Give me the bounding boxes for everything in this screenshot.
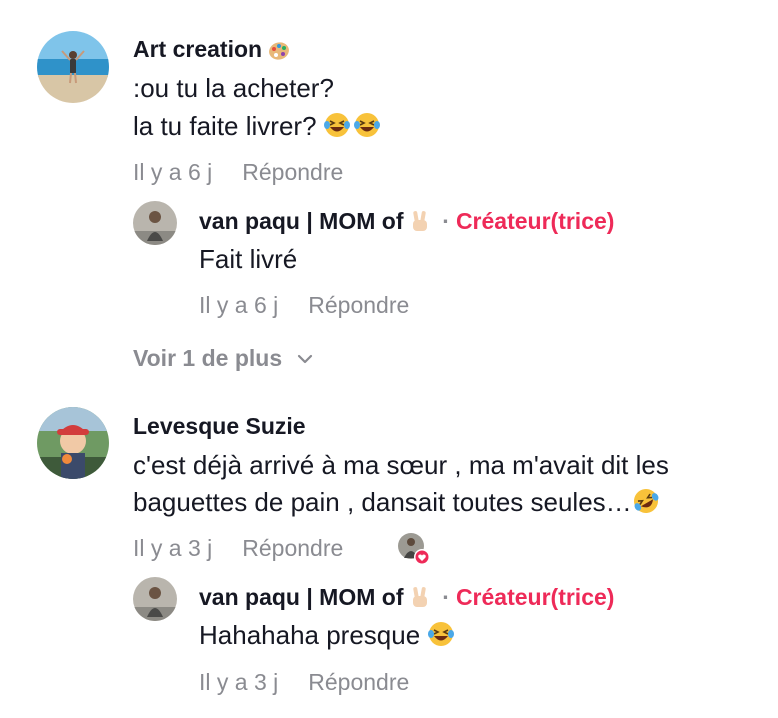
laughing-tears-icon — [323, 111, 382, 148]
reply-author-name[interactable]: van paqu | MOM of — [199, 584, 403, 610]
reply-text: Fait livré — [199, 244, 298, 274]
author-name-text: Art creation — [133, 36, 263, 62]
comment-text-line-1: :ou tu la acheter? — [133, 73, 334, 103]
victory-hand-icon — [410, 209, 430, 239]
avatar-creator[interactable] — [133, 577, 177, 621]
comment-text-line-2: baguettes de pain , dansait toutes seule… — [133, 484, 660, 524]
reply-time: Il y a 3 j — [199, 669, 279, 695]
creator-badge: Créateur(trice) — [455, 584, 615, 610]
reply-text-content: Hahahaha presque — [199, 620, 421, 650]
comment-meta: Il y a 3 j Répondre — [133, 535, 343, 562]
palette-icon — [268, 40, 290, 67]
view-more-label: Voir 1 de plus — [133, 345, 283, 371]
comment-text-line-1: c'est déjà arrivé à ma sœur , ma m'avait… — [133, 450, 669, 480]
victory-hand-icon — [410, 585, 430, 615]
avatar-levesque-suzie[interactable] — [37, 407, 109, 479]
comment-text-line-2-text: la tu faite livrer? — [133, 111, 317, 141]
reply-author-name[interactable]: van paqu | MOM of — [199, 208, 403, 234]
comment-text-line-2-text: baguettes de pain , dansait toutes seule… — [133, 487, 632, 517]
reply-button[interactable]: Répondre — [308, 669, 409, 695]
reply-button[interactable]: Répondre — [308, 292, 409, 318]
reply-author-line: van paqu | MOM of · Créateur(trice) — [199, 208, 614, 239]
reply-text: Hahahaha presque — [199, 617, 455, 657]
reply-author-line: van paqu | MOM of · Créateur(trice) — [199, 584, 614, 615]
chevron-down-icon — [297, 343, 313, 370]
author-name[interactable]: Levesque Suzie — [133, 413, 306, 440]
rolling-laughing-icon — [632, 487, 660, 524]
avatar-creator[interactable] — [133, 201, 177, 245]
reply-meta: Il y a 3 j Répondre — [199, 669, 409, 696]
reply-time: Il y a 6 j — [199, 292, 279, 318]
comment-time: Il y a 3 j — [133, 535, 213, 561]
laughing-tears-icon — [427, 620, 455, 657]
comment-meta: Il y a 6 j Répondre — [133, 159, 343, 186]
avatar-art-creation[interactable] — [37, 31, 109, 103]
comment-text-line-2: la tu faite livrer? — [133, 108, 382, 148]
view-more-replies[interactable]: Voir 1 de plus — [133, 343, 313, 372]
author-name[interactable]: Art creation — [133, 36, 290, 67]
reply-button[interactable]: Répondre — [242, 159, 343, 185]
separator-dot: · — [442, 208, 450, 234]
comment-time: Il y a 6 j — [133, 159, 213, 185]
reply-meta: Il y a 6 j Répondre — [199, 292, 409, 319]
separator-dot: · — [442, 584, 450, 610]
creator-heart-icon — [397, 532, 431, 566]
reply-button[interactable]: Répondre — [242, 535, 343, 561]
creator-badge: Créateur(trice) — [455, 208, 615, 234]
